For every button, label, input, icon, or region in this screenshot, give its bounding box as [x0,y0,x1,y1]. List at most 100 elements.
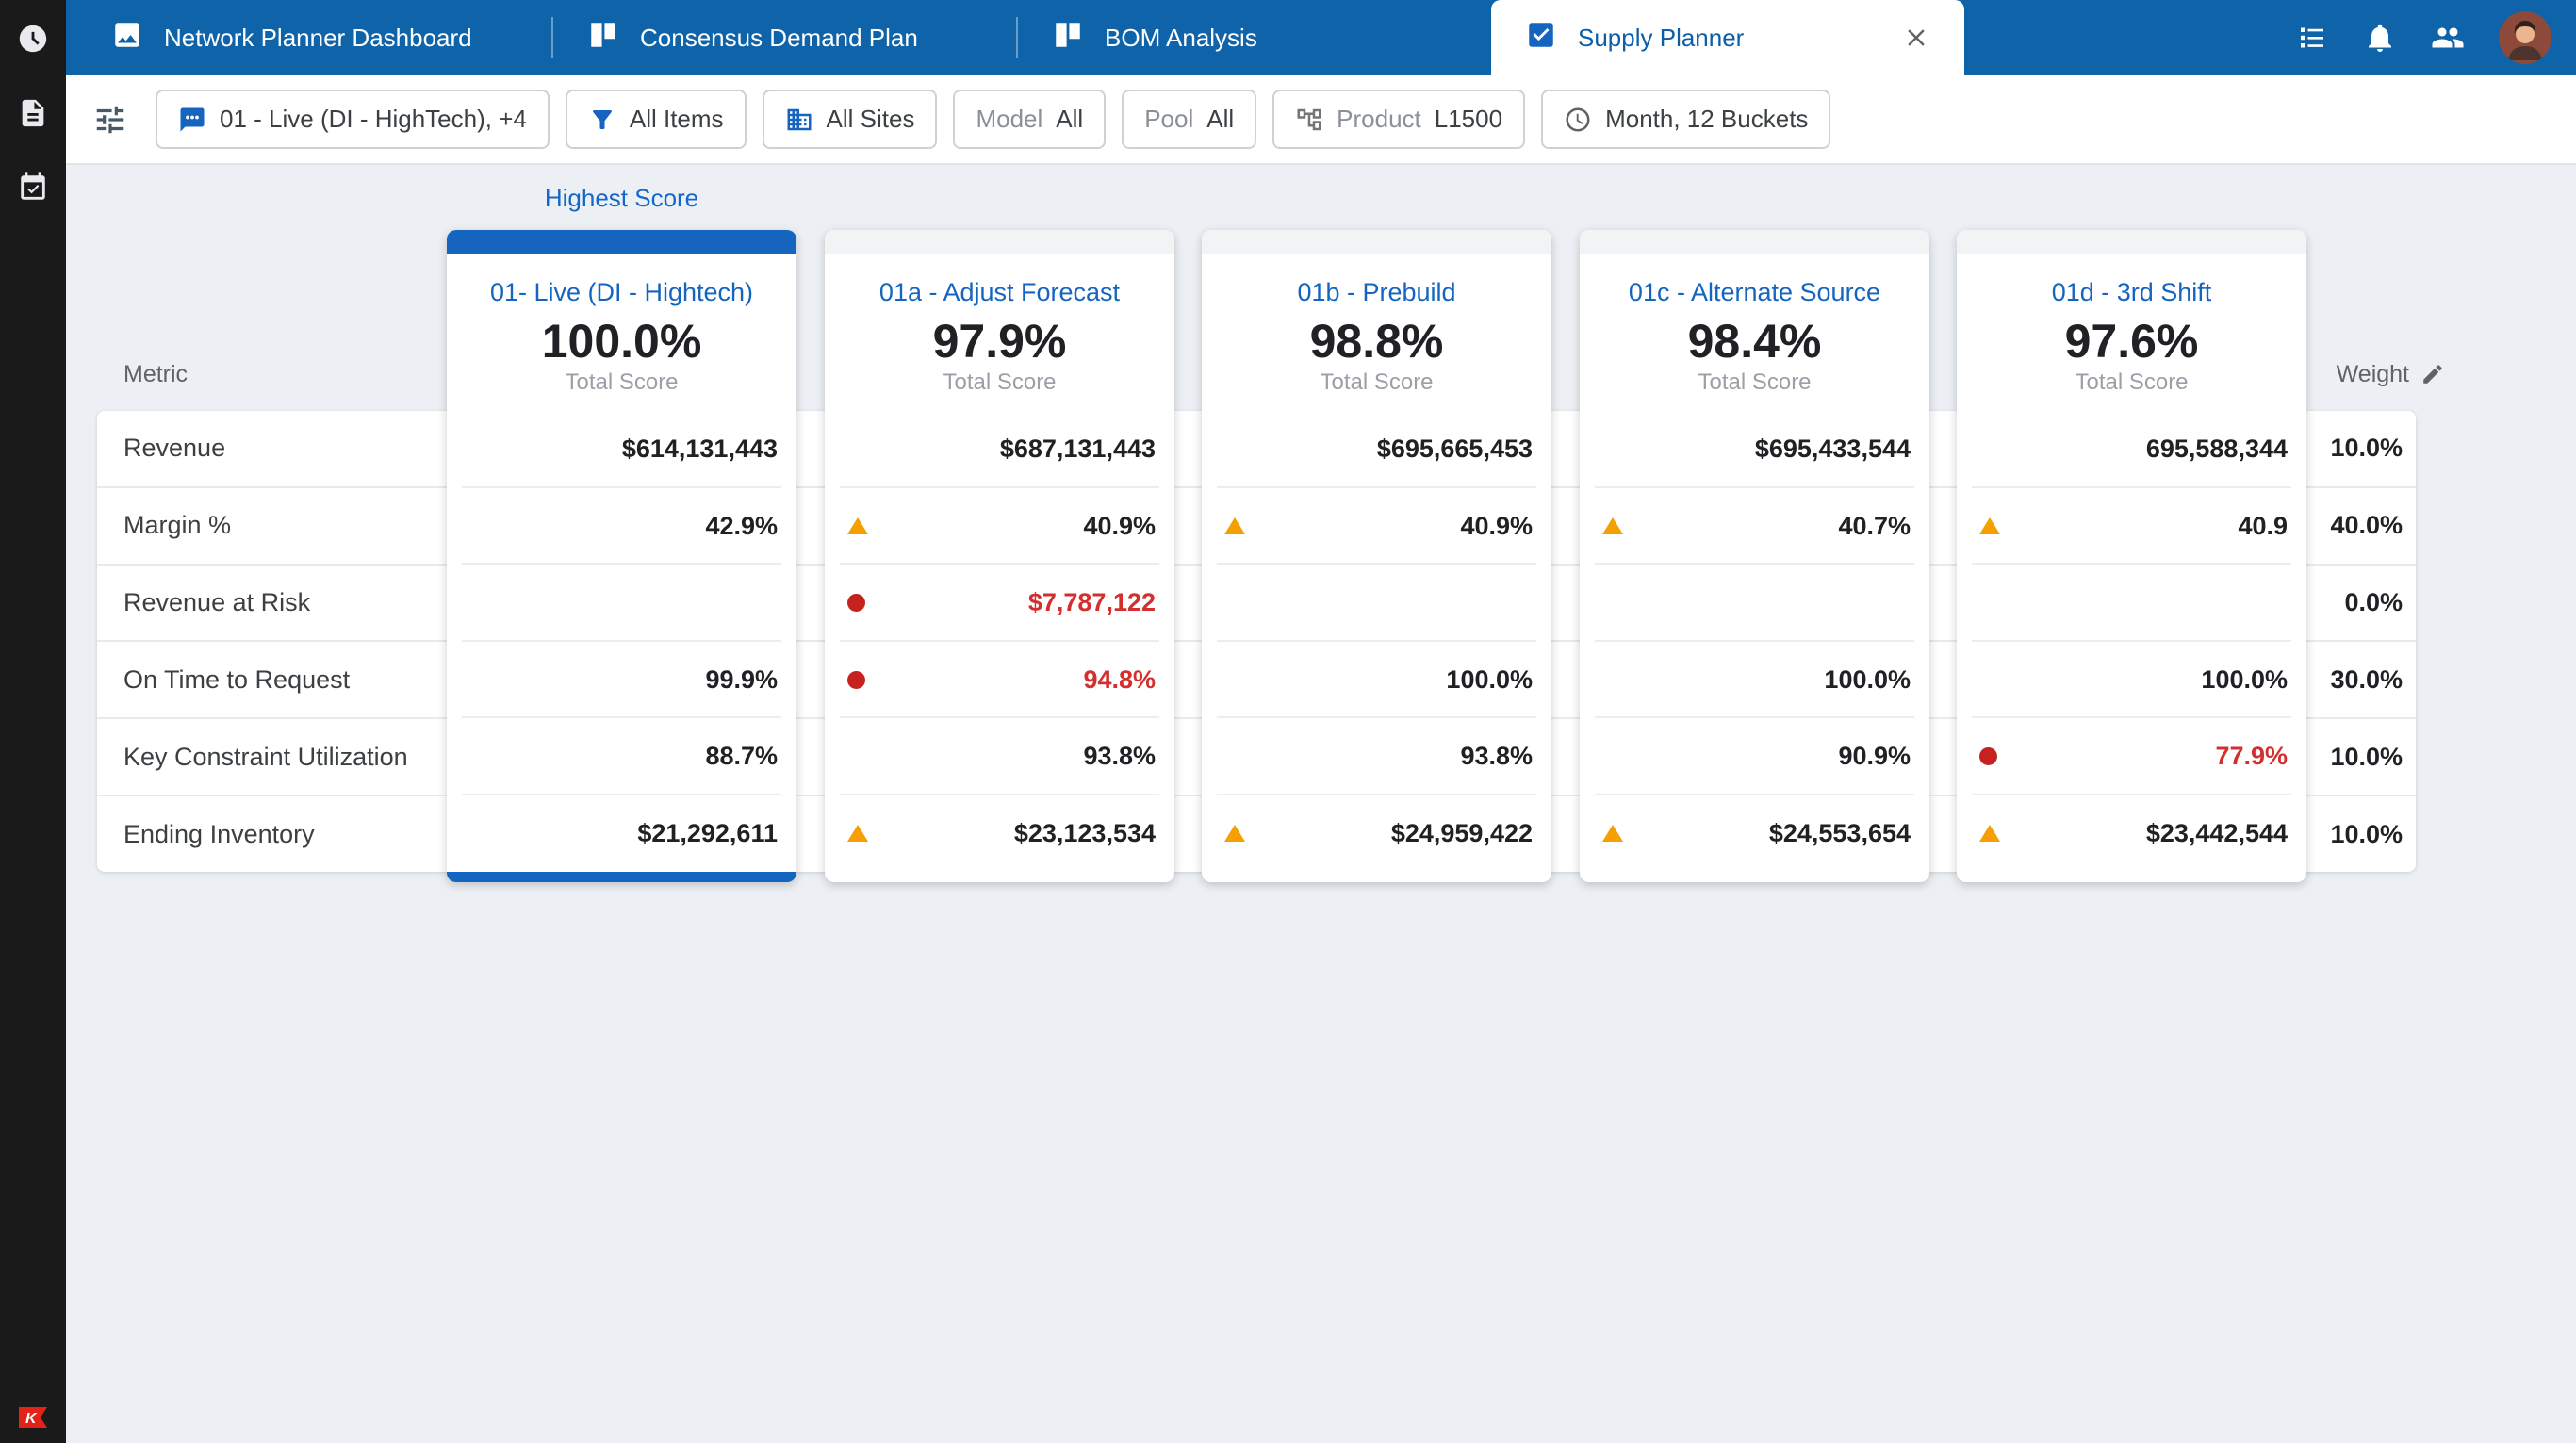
edit-weights-icon[interactable] [2420,362,2445,386]
scenario-cell: $23,442,544 [1957,795,2306,873]
close-icon[interactable] [1902,24,1930,52]
card-rows: $687,131,44340.9%$7,787,12294.8%93.8%$23… [825,411,1174,872]
scenario-cell [1202,565,1551,642]
cell-value: 100.0% [1446,665,1533,695]
scenario-total-score: 97.9% [825,315,1174,368]
filter-chip-product[interactable]: Product L1500 [1272,90,1525,149]
metric-label: Ending Inventory [123,820,315,849]
scenario-cell: $7,787,122 [825,565,1174,642]
chip-value: L1500 [1435,105,1502,134]
scenario-name[interactable]: 01a - Adjust Forecast [825,277,1174,307]
cell-value: 40.9 [2238,512,2288,541]
weight-value: 10.0% [2330,820,2403,849]
scenario-cell: 40.9 [1957,488,2306,566]
hierarchy-icon [1295,106,1323,134]
card-footer [825,872,1174,882]
chip-field-label: Model [976,105,1042,134]
filter-chip-pool[interactable]: Pool All [1122,90,1256,149]
tab-label: BOM Analysis [1105,24,1257,53]
people-icon[interactable] [2431,21,2465,55]
warning-icon [1602,825,1623,842]
weight-value: 10.0% [2330,434,2403,463]
scenario-card[interactable]: 01d - 3rd Shift97.6%Total Score695,588,3… [1957,230,2306,882]
tab-label: Consensus Demand Plan [640,24,918,53]
calendar-check-icon[interactable] [17,172,49,204]
scenario-cell: 93.8% [825,718,1174,795]
card-header: 01b - Prebuild98.8%Total Score [1202,254,1551,411]
task-check-icon [1525,19,1557,57]
scenario-name[interactable]: 01b - Prebuild [1202,277,1551,307]
cell-value: $23,442,544 [2146,819,2288,848]
cell-value: 88.7% [705,742,778,771]
scenario-cell: $24,959,422 [1202,795,1551,873]
scenario-cell [447,565,796,642]
image-icon [111,19,143,57]
card-rows: $695,665,45340.9%100.0%93.8%$24,959,422 [1202,411,1551,872]
cell-value: 93.8% [1460,742,1533,771]
scenario-card[interactable]: 01- Live (DI - Hightech)100.0%Total Scor… [447,230,796,882]
scenario-card[interactable]: 01b - Prebuild98.8%Total Score$695,665,4… [1202,230,1551,882]
filter-chip-items[interactable]: All Items [566,90,747,149]
metric-label: Revenue [123,434,225,463]
filter-chip-sites[interactable]: All Sites [763,90,938,149]
weight-value: 10.0% [2330,743,2403,772]
card-header: 01a - Adjust Forecast97.9%Total Score [825,254,1174,411]
chip-label: All Sites [827,105,915,134]
scenario-cell: 42.9% [447,488,796,566]
scenario-cell: 40.7% [1580,488,1929,566]
scenario-cell [1580,565,1929,642]
chip-field-label: Product [1337,105,1421,134]
notifications-icon[interactable] [2363,21,2397,55]
tab-network-planner-dashboard[interactable]: Network Planner Dashboard [66,0,553,75]
metric-label: On Time to Request [123,665,350,695]
filter-chip-buckets[interactable]: Month, 12 Buckets [1541,90,1830,149]
topbar: Network Planner Dashboard Consensus Dema… [66,0,2576,75]
card-highlight-cap [825,230,1174,254]
clock-icon [1564,106,1592,134]
cell-value: $24,553,654 [1769,819,1911,848]
metric-label: Key Constraint Utilization [123,743,408,772]
cell-value: 100.0% [2201,665,2288,695]
card-rows: $695,433,54440.7%100.0%90.9%$24,553,654 [1580,411,1929,872]
tune-icon[interactable] [92,102,128,138]
tab-supply-planner[interactable]: Supply Planner [1491,0,1964,75]
cell-value: $21,292,611 [637,819,778,848]
warning-icon [1979,825,2000,842]
total-score-label: Total Score [1580,369,1929,396]
metric-label: Margin % [123,511,231,540]
user-avatar[interactable] [2499,11,2551,64]
scenario-cell: $21,292,611 [447,795,796,873]
comment-icon [178,106,206,134]
scenario-cell: $24,553,654 [1580,795,1929,873]
card-footer [1957,872,2306,882]
chip-value: All [1206,105,1234,134]
list-icon[interactable] [2295,21,2329,55]
highest-score-label: Highest Score [447,184,796,213]
total-score-label: Total Score [447,369,796,396]
tab-bom-analysis[interactable]: BOM Analysis [1018,0,1491,75]
card-highlight-cap [1957,230,2306,254]
tab-consensus-demand-plan[interactable]: Consensus Demand Plan [553,0,1018,75]
warning-icon [1224,825,1245,842]
card-header: 01d - 3rd Shift97.6%Total Score [1957,254,2306,411]
scenario-name[interactable]: 01d - 3rd Shift [1957,277,2306,307]
weight-header-label: Weight [2337,357,2409,391]
clock-icon[interactable] [17,23,49,55]
scenario-cell: 100.0% [1580,642,1929,719]
scenario-name[interactable]: 01- Live (DI - Hightech) [447,277,796,307]
cell-value: 90.9% [1838,742,1911,771]
tab-label: Network Planner Dashboard [164,24,472,53]
warning-icon [1224,517,1245,534]
scenario-total-score: 98.8% [1202,315,1551,368]
cell-value: 77.9% [2215,742,2288,771]
filter-bar: 01 - Live (DI - HighTech), +4 All Items … [66,75,2576,165]
document-icon[interactable] [17,97,49,129]
scenario-cell: 94.8% [825,642,1174,719]
scenario-card[interactable]: 01c - Alternate Source98.4%Total Score$6… [1580,230,1929,882]
tab-label: Supply Planner [1578,24,1744,53]
scenario-name[interactable]: 01c - Alternate Source [1580,277,1929,307]
card-footer [1202,872,1551,882]
filter-chip-model[interactable]: Model All [953,90,1106,149]
filter-chip-scenarios[interactable]: 01 - Live (DI - HighTech), +4 [156,90,550,149]
scenario-card[interactable]: 01a - Adjust Forecast97.9%Total Score$68… [825,230,1174,882]
